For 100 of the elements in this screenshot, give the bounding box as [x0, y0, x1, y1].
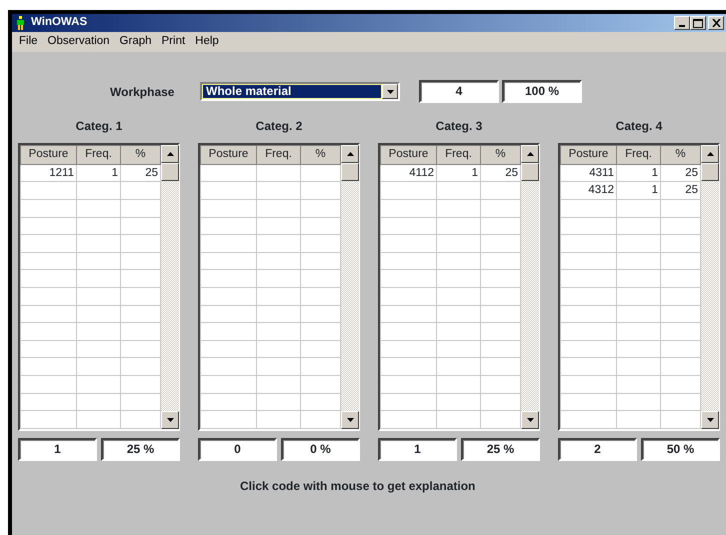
- table-cell[interactable]: [256, 393, 300, 411]
- table-cell[interactable]: [200, 182, 256, 200]
- close-button[interactable]: [708, 16, 724, 30]
- table-cell[interactable]: [20, 288, 76, 306]
- scroll-up-icon[interactable]: [346, 152, 354, 156]
- table-cell[interactable]: [256, 322, 300, 340]
- column-header[interactable]: Freq.: [256, 146, 300, 164]
- table-cell[interactable]: [200, 234, 256, 252]
- table-cell[interactable]: [20, 305, 76, 323]
- scrollbar[interactable]: [341, 145, 359, 429]
- table-cell[interactable]: 1211: [20, 164, 76, 182]
- table-cell[interactable]: [560, 270, 616, 288]
- table-cell[interactable]: [20, 376, 76, 394]
- scroll-thumb[interactable]: [161, 163, 179, 181]
- menu-item[interactable]: Observation: [42, 33, 115, 51]
- table-cell[interactable]: [256, 182, 300, 200]
- table-cell[interactable]: [380, 340, 436, 358]
- table-cell[interactable]: [616, 340, 660, 358]
- table-cell[interactable]: [200, 288, 256, 306]
- table-cell[interactable]: [380, 288, 436, 306]
- table-cell[interactable]: [436, 410, 480, 428]
- table-cell[interactable]: [436, 270, 480, 288]
- table-cell[interactable]: [200, 200, 256, 218]
- table-cell[interactable]: [616, 393, 660, 411]
- scrollbar[interactable]: [701, 145, 719, 429]
- table-cell[interactable]: [20, 252, 76, 270]
- table-cell[interactable]: [200, 270, 256, 288]
- table-cell[interactable]: [560, 322, 616, 340]
- table-cell[interactable]: [616, 217, 660, 235]
- table-cell[interactable]: [616, 252, 660, 270]
- scroll-thumb[interactable]: [521, 163, 539, 181]
- table-cell[interactable]: [436, 234, 480, 252]
- table-cell[interactable]: [200, 393, 256, 411]
- table-cell[interactable]: 4112: [380, 164, 436, 182]
- table-cell[interactable]: [380, 358, 436, 376]
- column-header[interactable]: Posture: [380, 146, 436, 164]
- table-cell[interactable]: [20, 200, 76, 218]
- column-header[interactable]: %: [120, 146, 160, 164]
- table-cell[interactable]: [560, 217, 616, 235]
- table-cell[interactable]: [436, 376, 480, 394]
- table-cell[interactable]: [256, 270, 300, 288]
- table-cell[interactable]: [560, 340, 616, 358]
- table-cell[interactable]: [560, 200, 616, 218]
- table-cell[interactable]: [436, 305, 480, 323]
- table-cell[interactable]: [380, 305, 436, 323]
- table-cell[interactable]: [76, 200, 120, 218]
- table-cell[interactable]: [560, 410, 616, 428]
- table-cell[interactable]: [76, 376, 120, 394]
- column-header[interactable]: Freq.: [76, 146, 120, 164]
- scroll-down-icon[interactable]: [166, 418, 174, 422]
- menu-item[interactable]: Print: [156, 33, 190, 51]
- table-cell[interactable]: [560, 376, 616, 394]
- table-cell[interactable]: [560, 288, 616, 306]
- table-cell[interactable]: [76, 340, 120, 358]
- column-header[interactable]: %: [300, 146, 340, 164]
- table-cell[interactable]: [616, 270, 660, 288]
- table-cell[interactable]: [436, 182, 480, 200]
- scroll-down-icon[interactable]: [526, 418, 534, 422]
- menu-item[interactable]: Graph: [114, 33, 157, 51]
- table-cell[interactable]: [256, 234, 300, 252]
- menu-item[interactable]: Help: [190, 33, 224, 51]
- table-cell[interactable]: [256, 288, 300, 306]
- table-cell[interactable]: [616, 288, 660, 306]
- scrollbar[interactable]: [521, 145, 539, 429]
- table-cell[interactable]: [560, 358, 616, 376]
- table-cell[interactable]: [380, 252, 436, 270]
- table-cell[interactable]: [436, 393, 480, 411]
- table-cell[interactable]: [616, 376, 660, 394]
- table-cell[interactable]: [76, 358, 120, 376]
- table-cell[interactable]: [76, 270, 120, 288]
- table-cell[interactable]: [256, 305, 300, 323]
- column-header[interactable]: Posture: [560, 146, 616, 164]
- table-cell[interactable]: [20, 234, 76, 252]
- table-cell[interactable]: [616, 200, 660, 218]
- table-cell[interactable]: [436, 252, 480, 270]
- table-cell[interactable]: [200, 252, 256, 270]
- table-cell[interactable]: [200, 340, 256, 358]
- table-cell[interactable]: 1: [76, 164, 120, 182]
- table-cell[interactable]: [20, 410, 76, 428]
- table-cell[interactable]: 1: [616, 164, 660, 182]
- table-cell[interactable]: [380, 322, 436, 340]
- table-cell[interactable]: [616, 358, 660, 376]
- column-header[interactable]: Freq.: [436, 146, 480, 164]
- scroll-up-icon[interactable]: [166, 152, 174, 156]
- table-cell[interactable]: [380, 182, 436, 200]
- table-cell[interactable]: [256, 217, 300, 235]
- table-cell[interactable]: [560, 234, 616, 252]
- table-cell[interactable]: [20, 393, 76, 411]
- table-cell[interactable]: [20, 322, 76, 340]
- table-cell[interactable]: [76, 182, 120, 200]
- table-cell[interactable]: [616, 305, 660, 323]
- table-cell[interactable]: [256, 358, 300, 376]
- table-cell[interactable]: [560, 305, 616, 323]
- table-cell[interactable]: [436, 340, 480, 358]
- scrollbar[interactable]: [161, 145, 179, 429]
- table-cell[interactable]: [616, 322, 660, 340]
- table-cell[interactable]: [436, 217, 480, 235]
- table-cell[interactable]: [200, 410, 256, 428]
- table-cell[interactable]: [200, 217, 256, 235]
- menu-item[interactable]: File: [14, 33, 43, 51]
